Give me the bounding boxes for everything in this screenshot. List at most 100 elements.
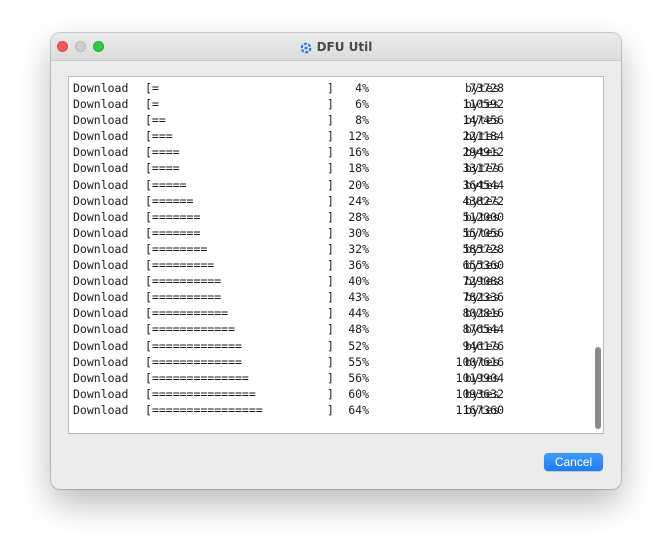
log-action: Download — [73, 97, 129, 112]
log-percent: 6% — [355, 97, 369, 112]
log-unit: bytes — [465, 370, 500, 385]
log-progress-bar: [==== — [145, 161, 180, 176]
log-action: Download — [73, 113, 129, 128]
log-line: Download [============ 48% 876544 bytes] — [73, 321, 588, 337]
log-progress-bar-end: ] — [327, 209, 334, 224]
log-percent: 32% — [348, 241, 369, 256]
log-progress-bar-end: ] — [327, 145, 334, 160]
log-progress-bar: [========== — [145, 274, 222, 289]
log-action: Download — [73, 225, 129, 240]
log-unit: bytes — [465, 209, 500, 224]
log-percent: 52% — [348, 338, 369, 353]
log-action: Download — [73, 193, 129, 208]
dfu-util-app-icon — [300, 41, 312, 53]
log-progress-bar-end: ] — [327, 274, 334, 289]
log-line: Download [==== 18% 331776 bytes] — [73, 160, 588, 176]
window-title-group: DFU Util — [51, 33, 621, 60]
log-progress-bar: [========== — [145, 290, 222, 305]
log-line: Download [======== 32% 585728 bytes] — [73, 241, 588, 257]
download-log-lines: Download [= 4% 73728 bytes] Download [= 6% 11059… — [73, 80, 588, 418]
log-action: Download — [73, 274, 129, 289]
log-progress-bar: [=============== — [145, 386, 256, 401]
log-scrollbar-thumb[interactable] — [595, 347, 601, 429]
log-progress-bar: [============= — [145, 354, 242, 369]
log-unit: bytes — [465, 145, 500, 160]
log-line: Download [========== 40% 729088 bytes] — [73, 273, 588, 289]
log-progress-bar-end: ] — [327, 338, 334, 353]
log-percent: 18% — [348, 161, 369, 176]
log-action: Download — [73, 370, 129, 385]
log-action: Download — [73, 81, 129, 95]
log-line: Download [============== 56% 1019904 bytes] — [73, 370, 588, 386]
log-line: Download [====== 24% 438272 bytes] — [73, 193, 588, 209]
log-progress-bar: [============= — [145, 338, 242, 353]
log-progress-bar: [=== — [145, 129, 173, 144]
download-log-view[interactable]: Download [= 4% 73728 bytes] Download [= 6% 11059… — [68, 76, 604, 434]
log-unit: bytes — [465, 402, 500, 417]
log-unit: bytes — [465, 241, 500, 256]
log-progress-bar: [===== — [145, 177, 187, 192]
log-percent: 24% — [348, 193, 369, 208]
log-progress-bar: [======= — [145, 225, 201, 240]
log-progress-bar: [====== — [145, 193, 194, 208]
log-action: Download — [73, 402, 129, 417]
log-unit: bytes — [465, 177, 500, 192]
log-percent: 30% — [348, 225, 369, 240]
log-unit: bytes — [465, 129, 500, 144]
log-percent: 64% — [348, 402, 369, 417]
log-unit: bytes — [465, 338, 500, 353]
log-unit: bytes — [465, 290, 500, 305]
log-progress-bar-end: ] — [327, 161, 334, 176]
window-title: DFU Util — [316, 39, 373, 54]
log-line: Download [========= 36% 655360 bytes] — [73, 257, 588, 273]
log-percent: 4% — [355, 81, 369, 95]
log-action: Download — [73, 177, 129, 192]
log-progress-bar-end: ] — [327, 402, 334, 417]
log-progress-bar: [==== — [145, 145, 180, 160]
log-line: Download [======= 30% 557056 bytes] — [73, 225, 588, 241]
log-unit: bytes — [465, 258, 500, 273]
log-line: Download [= 6% 110592 bytes] — [73, 96, 588, 112]
log-progress-bar-end: ] — [327, 290, 334, 305]
log-unit: bytes — [465, 274, 500, 289]
log-progress-bar-end: ] — [327, 306, 334, 321]
log-progress-bar-end: ] — [327, 258, 334, 273]
log-progress-bar: [=========== — [145, 306, 229, 321]
log-progress-bar: [======== — [145, 241, 208, 256]
log-unit: bytes — [465, 81, 500, 95]
log-percent: 40% — [348, 274, 369, 289]
log-action: Download — [73, 145, 129, 160]
log-unit: bytes — [465, 97, 500, 112]
log-line: Download [============= 55% 1007616 bytes] — [73, 354, 588, 370]
log-action: Download — [73, 209, 129, 224]
log-unit: bytes — [465, 354, 500, 369]
log-action: Download — [73, 306, 129, 321]
log-progress-bar-end: ] — [327, 225, 334, 240]
log-unit: bytes — [465, 225, 500, 240]
log-progress-bar-end: ] — [327, 97, 334, 112]
log-action: Download — [73, 129, 129, 144]
log-progress-bar-end: ] — [327, 370, 334, 385]
log-line: Download [============= 52% 946176 bytes] — [73, 338, 588, 354]
cancel-button[interactable]: Cancel — [544, 453, 603, 471]
log-action: Download — [73, 161, 129, 176]
log-percent: 28% — [348, 209, 369, 224]
log-line: Download [========== 43% 782336 bytes] — [73, 289, 588, 305]
dfu-util-window: DFU Util Download [= 4% 73728 bytes] Download… — [51, 33, 621, 489]
log-unit: bytes — [465, 386, 500, 401]
log-percent: 55% — [348, 354, 369, 369]
log-percent: 48% — [348, 322, 369, 337]
log-progress-bar-end: ] — [327, 241, 334, 256]
log-action: Download — [73, 354, 129, 369]
title-bar[interactable]: DFU Util — [51, 33, 621, 61]
log-percent: 36% — [348, 258, 369, 273]
log-line: Download [================ 64% 1167360 bytes… — [73, 402, 588, 418]
log-unit: bytes — [465, 193, 500, 208]
log-percent: 56% — [348, 370, 369, 385]
log-progress-bar: [================ — [145, 402, 263, 417]
log-progress-bar: [== — [145, 113, 166, 128]
log-line: Download [=========== 44% 802816 bytes] — [73, 305, 588, 321]
log-unit: bytes — [465, 306, 500, 321]
log-percent: 20% — [348, 177, 369, 192]
log-percent: 16% — [348, 145, 369, 160]
